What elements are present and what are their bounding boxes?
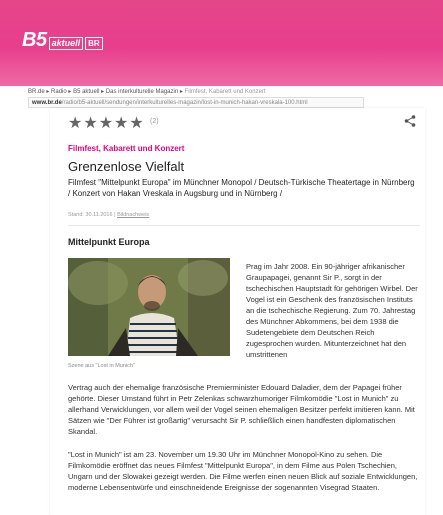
paragraph-continued: Vertrag auch der ehemalige französische …: [68, 383, 415, 436]
article-photo[interactable]: [68, 258, 230, 356]
b5-aktuell-logo[interactable]: B5 aktuell BR: [22, 30, 103, 50]
rating-count: (2): [150, 118, 159, 125]
breadcrumb-separator: ▸: [101, 89, 105, 95]
article-lead: Filmfest "Mittelpunkt Europa" im Münchne…: [68, 178, 415, 198]
article-meta: Stand: 30.11.2016 | Bildnachweis: [68, 212, 149, 218]
article-date: Stand: 30.11.2016: [68, 212, 113, 218]
article-container: ★★★★★ (2) Filmfest, Kabarett und Konzert…: [50, 108, 425, 515]
article-title: Grenzenlose Vielfalt: [68, 159, 185, 174]
breadcrumb-current: Filmfest, Kabarett und Konzert: [184, 89, 266, 95]
logo-aktuell: aktuell: [48, 36, 84, 50]
url-field[interactable]: www.br.de/radio/b5-aktuell/sendungen/int…: [28, 97, 364, 108]
divider: [68, 225, 420, 226]
article-kicker: Filmfest, Kabarett und Konzert: [68, 144, 185, 153]
breadcrumb-separator: ▸: [179, 89, 183, 95]
breadcrumb-separator: ▸: [68, 89, 72, 95]
breadcrumb-item[interactable]: B5 aktuell: [73, 89, 99, 95]
site-header: B5 aktuell BR: [0, 0, 443, 86]
breadcrumb: BR.de ▸ Radio ▸ B5 aktuell ▸ Das interku…: [28, 88, 266, 95]
share-icon[interactable]: [403, 114, 417, 128]
url-domain: www.br.de: [32, 100, 62, 106]
section-heading: Mittelpunkt Europa: [68, 237, 150, 247]
breadcrumb-separator: ▸: [46, 89, 50, 95]
image-credits-link[interactable]: Bildnachweis: [117, 212, 149, 218]
paragraph-screening: "Lost in Munich" ist am 23. November um …: [68, 450, 418, 492]
logo-b5: B5: [22, 29, 47, 51]
logo-sub: aktuell BR: [48, 36, 103, 50]
paragraph-intro: Prag im Jahr 2008. Ein 90-jähriger afrik…: [246, 262, 418, 359]
rating-stars[interactable]: ★★★★★: [68, 113, 145, 133]
breadcrumb-item[interactable]: BR.de: [28, 89, 45, 95]
logo-br: BR: [85, 36, 103, 50]
breadcrumb-item[interactable]: Radio: [51, 89, 67, 95]
url-path: /radio/b5-aktuell/sendungen/interkulture…: [61, 100, 308, 106]
breadcrumb-item[interactable]: Das interkulturelle Magazin: [106, 89, 178, 95]
photo-illustration: [68, 258, 230, 356]
photo-caption: Szene aus "Lost in Munich": [68, 363, 135, 369]
